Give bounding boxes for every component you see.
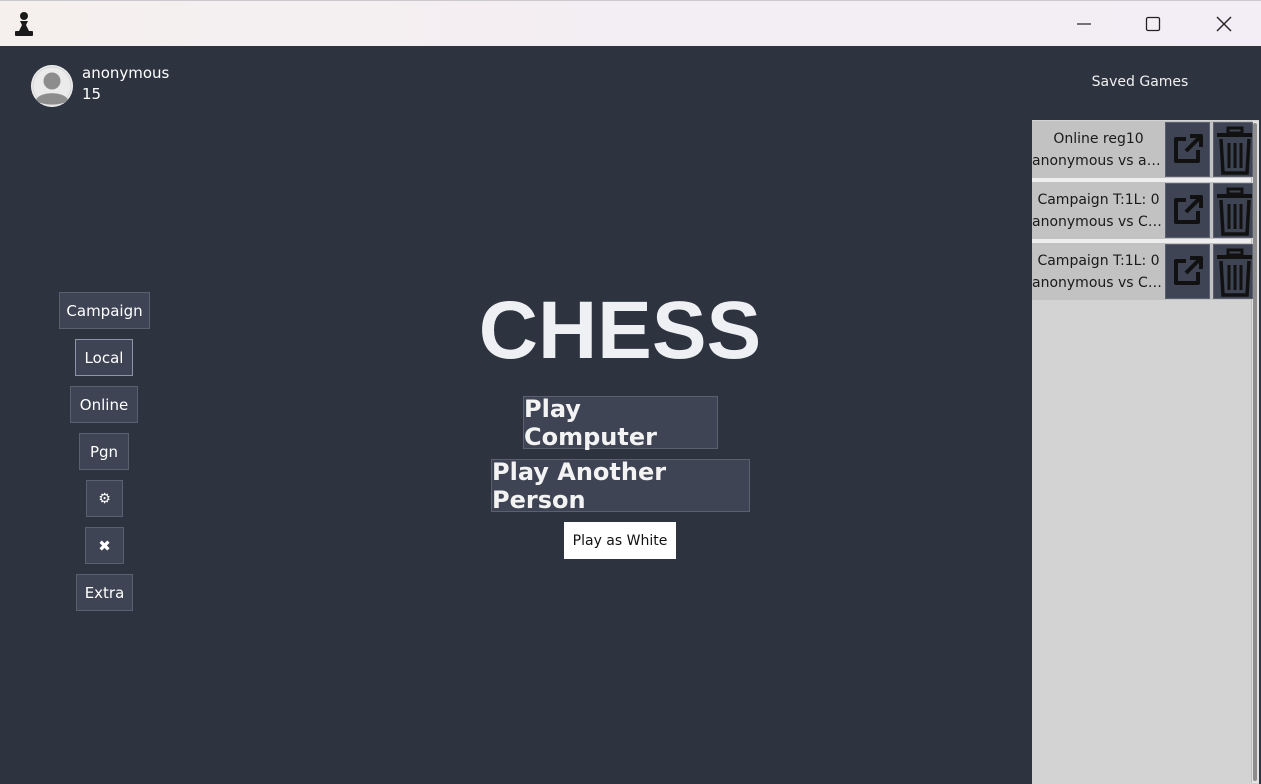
minimize-button[interactable] <box>1049 1 1119 47</box>
trash-icon <box>1214 187 1252 237</box>
close-window-button[interactable] <box>1189 1 1259 47</box>
local-button[interactable]: Local <box>75 339 133 376</box>
external-link-icon <box>1168 128 1208 172</box>
play-another-person-button[interactable]: Play Another Person <box>491 458 750 514</box>
play-as-color-button[interactable]: Play as White <box>564 522 676 559</box>
open-game-button[interactable] <box>1165 122 1210 177</box>
delete-game-button[interactable] <box>1213 183 1253 238</box>
page-title: CHESS <box>478 285 762 376</box>
saved-game-name: Campaign T:1L: 0 <box>1037 191 1160 208</box>
extra-button[interactable]: Extra <box>76 574 133 611</box>
saved-game-row[interactable]: Campaign T:1L: 0 anonymous vs Co... <box>1032 243 1253 300</box>
external-link-icon <box>1168 189 1208 233</box>
external-link-icon <box>1168 250 1208 294</box>
saved-game-row[interactable]: Online reg10 anonymous vs an... <box>1032 121 1253 178</box>
maximize-icon <box>1145 16 1161 32</box>
saved-game-players: anonymous vs Co... <box>1032 213 1165 230</box>
open-game-button[interactable] <box>1165 183 1210 238</box>
saved-game-name: Online reg10 <box>1053 130 1144 147</box>
exit-button[interactable]: ✖ <box>85 527 124 564</box>
user-avatar-icon <box>31 65 73 107</box>
saved-games-title: Saved Games <box>1091 74 1189 90</box>
campaign-button[interactable]: Campaign <box>59 292 150 329</box>
saved-game-name: Campaign T:1L: 0 <box>1037 252 1160 269</box>
pawn-icon <box>12 11 36 37</box>
window-titlebar <box>0 0 1261 46</box>
saved-game-players: anonymous vs an... <box>1032 152 1165 169</box>
saved-game-row[interactable]: Campaign T:1L: 0 anonymous vs Co... <box>1032 182 1253 239</box>
online-button[interactable]: Online <box>70 386 138 423</box>
maximize-button[interactable] <box>1118 1 1188 47</box>
delete-game-button[interactable] <box>1213 244 1253 299</box>
minimize-icon <box>1076 16 1092 32</box>
scrollbar-thumb[interactable] <box>1253 123 1257 781</box>
trash-icon <box>1214 126 1252 176</box>
user-score: 15 <box>82 85 102 103</box>
settings-button[interactable]: ⚙ <box>86 480 123 517</box>
username: anonymous <box>82 64 170 82</box>
saved-game-players: anonymous vs Co... <box>1032 274 1165 291</box>
play-computer-button[interactable]: Play Computer <box>523 395 718 451</box>
trash-icon <box>1214 248 1252 298</box>
close-icon <box>1215 15 1233 33</box>
open-game-button[interactable] <box>1165 244 1210 299</box>
pgn-button[interactable]: Pgn <box>79 433 129 470</box>
delete-game-button[interactable] <box>1213 122 1253 177</box>
